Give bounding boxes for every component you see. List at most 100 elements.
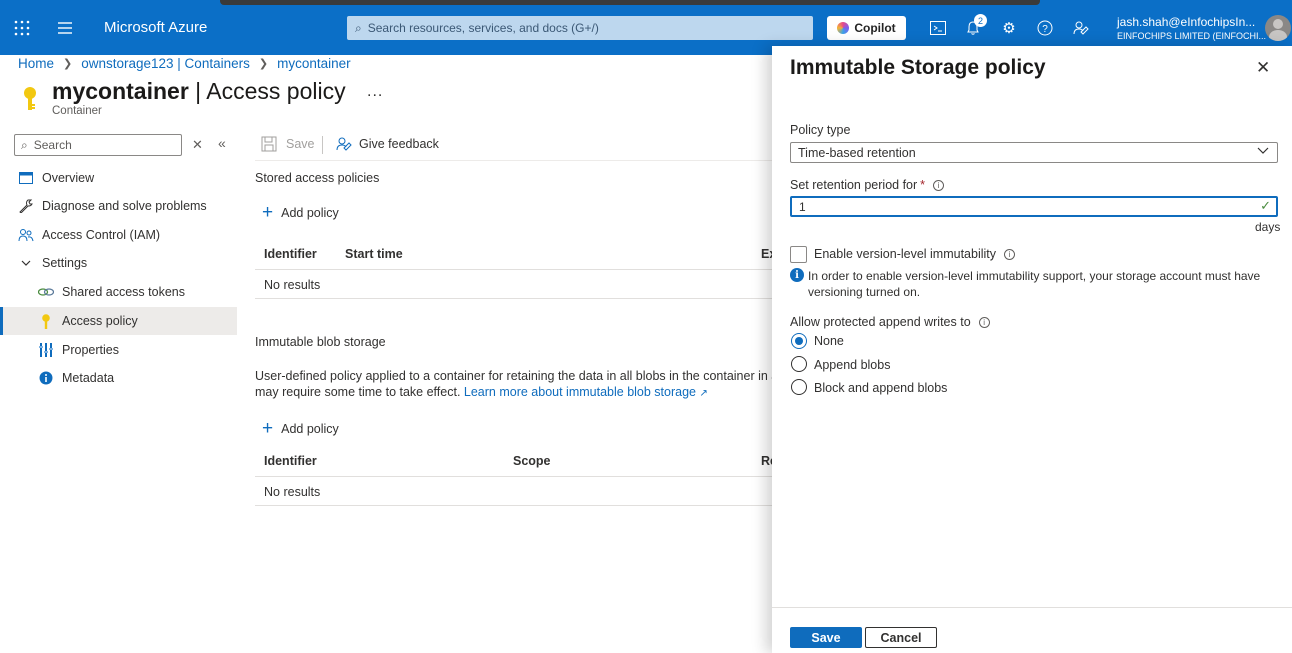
retention-period-label: Set retention period for * i xyxy=(790,178,945,192)
page-title-section: | Access policy xyxy=(188,78,346,104)
version-level-immutability-label: Enable version-level immutability i xyxy=(814,247,1016,261)
table-divider xyxy=(255,476,772,477)
add-policy-label: Add policy xyxy=(281,205,339,220)
page-title: mycontainer | Access policy xyxy=(52,78,346,105)
clear-search-icon[interactable]: ✕ xyxy=(192,137,203,153)
policy-type-value: Time-based retention xyxy=(798,145,916,160)
breadcrumb-mycontainer[interactable]: mycontainer xyxy=(277,56,351,71)
radio-block-and-append-blobs-label[interactable]: Block and append blobs xyxy=(814,381,947,395)
breadcrumb-home[interactable]: Home xyxy=(18,56,54,71)
divider xyxy=(255,160,772,161)
more-options-button[interactable]: ... xyxy=(367,83,383,101)
retention-unit: days xyxy=(1255,220,1281,234)
sidebar-item-properties[interactable]: Properties xyxy=(0,336,237,364)
key-icon xyxy=(38,313,54,329)
feedback-icon[interactable] xyxy=(1070,17,1092,39)
avatar[interactable] xyxy=(1265,15,1291,41)
description-line: User-defined policy applied to a contain… xyxy=(255,369,772,383)
nav-search-placeholder: Search xyxy=(33,138,72,152)
nav-search-input[interactable]: ⌕ Search xyxy=(14,134,182,156)
checkmark-icon: ✓ xyxy=(1260,198,1271,213)
page-subtitle: Container xyxy=(52,105,102,117)
retention-label-text: Set retention period for xyxy=(790,178,918,192)
policy-type-dropdown[interactable]: Time-based retention xyxy=(790,142,1278,163)
policy-type-label: Policy type xyxy=(790,123,850,137)
sidebar-item-label: Access policy xyxy=(62,314,138,328)
global-search-input[interactable]: ⌕ Search resources, services, and docs (… xyxy=(347,16,813,40)
collapse-nav-icon[interactable]: « xyxy=(218,135,226,151)
sidebar-item-metadata[interactable]: Metadata xyxy=(0,364,237,392)
radio-none-label[interactable]: None xyxy=(814,334,844,348)
app-launcher-icon[interactable] xyxy=(12,18,32,38)
table-divider xyxy=(255,269,772,270)
panel-footer-divider xyxy=(772,607,1292,608)
breadcrumb: Home ❯ ownstorage123 | Containers ❯ myco… xyxy=(18,55,351,71)
sidebar-item-label: Properties xyxy=(62,343,119,357)
table-divider xyxy=(255,505,772,506)
svg-text:?: ? xyxy=(1042,24,1048,35)
feedback-icon xyxy=(336,137,352,151)
give-feedback-label: Give feedback xyxy=(359,137,439,151)
user-name[interactable]: jash.shah@eInfochipsIn... xyxy=(1117,15,1255,29)
brand-title[interactable]: Microsoft Azure xyxy=(104,19,207,36)
learn-more-label: Learn more about immutable blob storage xyxy=(463,385,696,399)
settings-gear-icon[interactable]: ⚙ xyxy=(998,17,1020,39)
panel-save-button[interactable]: Save xyxy=(790,627,862,648)
learn-more-link[interactable]: Learn more about immutable blob storage … xyxy=(464,385,708,399)
user-organization[interactable]: EINFOCHIPS LIMITED (EINFOCHI... xyxy=(1117,31,1266,41)
cloud-shell-icon[interactable] xyxy=(927,17,949,39)
add-immutable-policy-button[interactable]: + Add policy xyxy=(262,419,339,438)
description-text: may require some time to take effect. xyxy=(255,385,461,399)
empty-results: No results xyxy=(264,278,321,292)
sidebar-item-label: Access Control (IAM) xyxy=(42,228,161,242)
required-marker: * xyxy=(920,178,926,192)
plus-icon: + xyxy=(262,202,274,223)
append-label-text: Allow protected append writes to xyxy=(790,315,971,329)
copilot-label: Copilot xyxy=(854,21,896,35)
version-label-text: Enable version-level immutability xyxy=(814,247,997,261)
give-feedback-button[interactable]: Give feedback xyxy=(336,136,439,152)
menu-icon[interactable] xyxy=(55,18,75,38)
toolbar-divider xyxy=(322,136,323,154)
panel-cancel-button[interactable]: Cancel xyxy=(865,627,937,648)
info-icon[interactable]: i xyxy=(978,316,990,328)
panel-title: Immutable Storage policy xyxy=(790,56,1046,79)
add-stored-policy-button[interactable]: + Add policy xyxy=(262,203,339,222)
plus-icon: + xyxy=(262,418,274,439)
table-divider xyxy=(255,298,772,299)
sidebar-item-shared-access-tokens[interactable]: Shared access tokens xyxy=(0,278,237,306)
sidebar-item-access-policy[interactable]: Access policy xyxy=(0,307,237,335)
immutable-storage-policy-panel: Immutable Storage policy ✕ Policy type T… xyxy=(772,46,1292,653)
copilot-icon xyxy=(837,22,850,34)
copilot-button[interactable]: Copilot xyxy=(827,16,906,40)
sidebar-item-settings[interactable]: Settings xyxy=(0,249,237,277)
sidebar-item-diagnose[interactable]: Diagnose and solve problems xyxy=(0,192,237,220)
immutable-blob-storage-heading: Immutable blob storage xyxy=(255,335,386,349)
version-level-immutability-checkbox[interactable] xyxy=(790,246,807,263)
radio-block-and-append-blobs[interactable] xyxy=(791,379,807,395)
radio-none[interactable] xyxy=(791,333,807,349)
breadcrumb-containers[interactable]: ownstorage123 | Containers xyxy=(81,56,250,71)
sidebar-item-label: Shared access tokens xyxy=(62,285,185,299)
retention-period-input[interactable]: 1 ✓ xyxy=(790,196,1278,217)
column-header-start-time: Start time xyxy=(345,247,403,261)
search-icon: ⌕ xyxy=(355,20,362,35)
help-icon[interactable]: ? xyxy=(1034,17,1056,39)
immutable-description: User-defined policy applied to a contain… xyxy=(255,368,772,402)
description-line-2: may require some time to take effect. Le… xyxy=(255,384,772,402)
people-icon xyxy=(18,227,34,243)
key-icon xyxy=(24,87,36,110)
info-icon[interactable]: i xyxy=(1004,248,1016,260)
radio-append-blobs-label[interactable]: Append blobs xyxy=(814,358,890,372)
save-label: Save xyxy=(286,137,315,151)
radio-append-blobs[interactable] xyxy=(791,356,807,372)
save-button[interactable]: Save xyxy=(261,136,315,152)
column-header-identifier: Identifier xyxy=(264,247,317,261)
sidebar-item-iam[interactable]: Access Control (IAM) xyxy=(0,221,237,249)
append-writes-label: Allow protected append writes to i xyxy=(790,315,990,329)
sidebar-item-overview[interactable]: Overview xyxy=(0,164,237,192)
window-grip xyxy=(220,0,1040,5)
stored-access-policies-heading: Stored access policies xyxy=(255,171,380,185)
info-icon[interactable]: i xyxy=(933,179,945,191)
close-icon[interactable]: ✕ xyxy=(1256,58,1270,78)
